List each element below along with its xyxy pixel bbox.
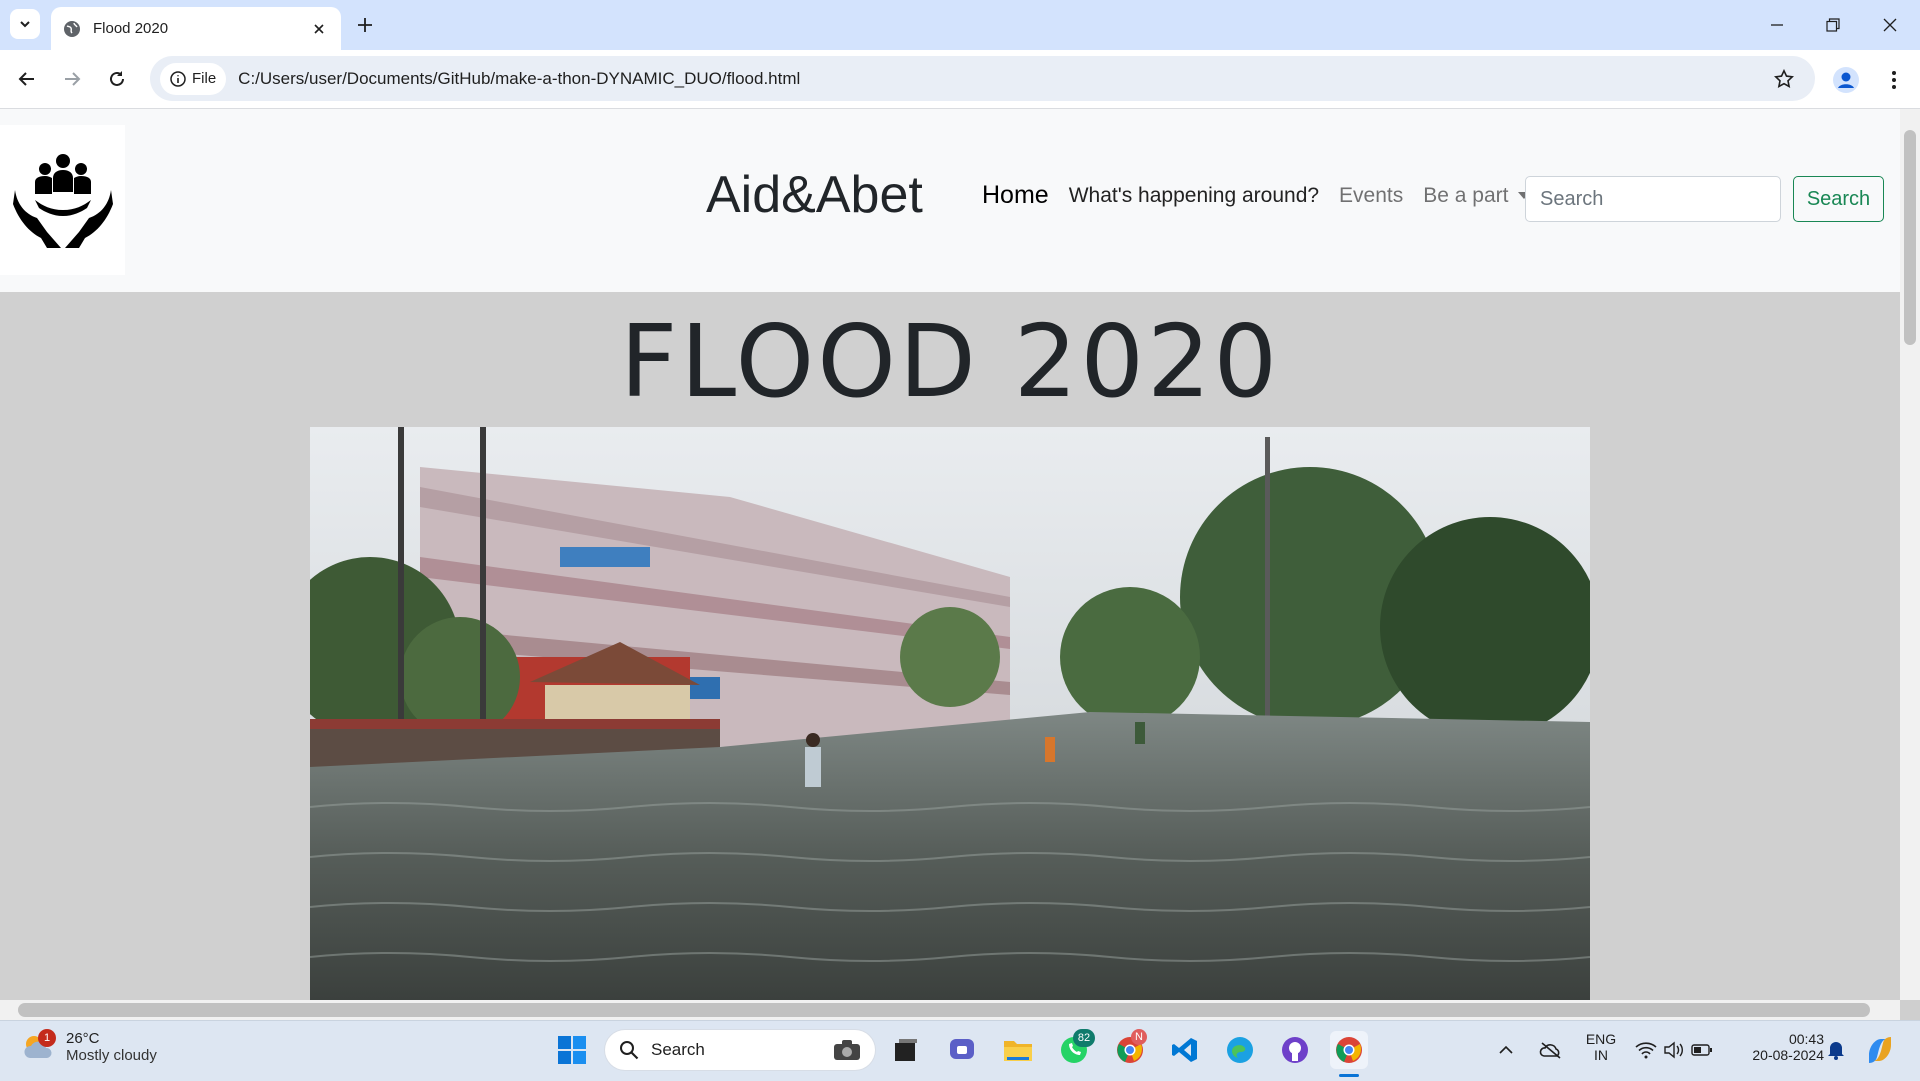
arrow-right-icon <box>65 72 81 86</box>
minimize-icon <box>1771 24 1783 26</box>
back-button[interactable] <box>14 66 40 92</box>
task-view-icon <box>895 1039 917 1061</box>
weather-notification-badge: 1 <box>38 1029 56 1047</box>
clock[interactable]: 00:43 20-08-2024 <box>1730 1031 1824 1063</box>
browser-tab-bar: Flood 2020 <box>0 0 1920 50</box>
browser-toolbar: File C:/Users/user/Documents/GitHub/make… <box>0 50 1920 109</box>
language-code: ENG <box>1585 1031 1617 1047</box>
profile-avatar-icon[interactable] <box>1832 66 1860 94</box>
plus-icon <box>358 18 372 32</box>
reload-icon <box>110 71 124 86</box>
whatsapp-unread-badge: 82 <box>1073 1029 1095 1047</box>
volume-icon <box>1664 1041 1683 1059</box>
vscode-icon <box>1172 1038 1197 1062</box>
onedrive-button[interactable] <box>1536 1031 1566 1069</box>
copilot-button[interactable] <box>1862 1031 1898 1069</box>
arrow-left-icon <box>18 72 34 86</box>
restore-button[interactable] <box>1820 12 1846 38</box>
page-viewport: Aid&Abet Home What's happening around? E… <box>0 109 1900 1000</box>
reload-button[interactable] <box>104 66 130 92</box>
taskbar-search-label: Search <box>651 1040 705 1059</box>
tab-title: Flood 2020 <box>93 20 169 37</box>
chrome-profile-badge: N <box>1131 1029 1147 1045</box>
close-window-button[interactable] <box>1877 12 1903 38</box>
horizontal-scrollbar-thumb[interactable] <box>18 1003 1870 1017</box>
nav-links: Home What's happening around? Events Be … <box>982 181 1531 210</box>
active-app-indicator <box>1339 1074 1359 1077</box>
browser-menu-button[interactable] <box>1882 66 1906 94</box>
nav-link-events[interactable]: Events <box>1339 184 1403 208</box>
battery-icon <box>1691 1044 1712 1056</box>
wifi-icon <box>1635 1042 1657 1059</box>
teams-chat-button[interactable] <box>943 1031 981 1069</box>
site-info-label: File <box>192 70 217 87</box>
helping-hands-people-icon <box>12 154 113 248</box>
nav-link-home[interactable]: Home <box>982 181 1049 210</box>
tab-close-icon[interactable] <box>309 19 329 39</box>
chat-icon <box>950 1039 974 1059</box>
site-info-chip[interactable]: File <box>160 62 227 95</box>
brand-name[interactable]: Aid&Abet <box>706 165 923 225</box>
hero-image <box>310 427 1590 1000</box>
chevron-down-icon <box>20 21 30 28</box>
notifications-button[interactable] <box>1822 1031 1850 1069</box>
language-indicator[interactable]: ENG IN <box>1580 1031 1622 1063</box>
folder-icon <box>1004 1041 1032 1061</box>
edge-icon <box>1227 1037 1253 1063</box>
start-button[interactable] <box>553 1031 591 1069</box>
site-search-input[interactable] <box>1525 176 1781 222</box>
new-tab-button[interactable] <box>352 12 378 38</box>
chrome-icon <box>1336 1037 1362 1063</box>
close-icon <box>1883 18 1897 32</box>
vertical-scrollbar-thumb[interactable] <box>1904 130 1916 345</box>
taskbar-search-box[interactable]: Search <box>605 1030 875 1070</box>
bell-icon <box>1828 1042 1844 1060</box>
nav-dropdown-be-a-part[interactable]: Be a part <box>1423 183 1531 208</box>
task-view-button[interactable] <box>887 1031 925 1069</box>
site-navbar: Aid&Abet Home What's happening around? E… <box>0 109 1900 292</box>
file-explorer-button[interactable] <box>999 1031 1037 1069</box>
chrome-active-button[interactable] <box>1330 1031 1368 1069</box>
tab-search-button[interactable] <box>10 9 40 39</box>
vscode-button[interactable] <box>1166 1031 1204 1069</box>
weather-condition: Mostly cloudy <box>66 1047 157 1064</box>
url-text[interactable]: C:/Users/user/Documents/GitHub/make-a-th… <box>238 69 1771 89</box>
page-title: FLOOD 2020 <box>619 303 1281 420</box>
minimize-button[interactable] <box>1764 12 1790 38</box>
forward-button[interactable] <box>59 66 85 92</box>
cloud-offline-icon <box>1539 1042 1561 1059</box>
search-icon <box>620 1041 639 1060</box>
camera-icon <box>834 1040 860 1060</box>
github-desktop-button[interactable] <box>1276 1031 1314 1069</box>
copilot-icon <box>1869 1037 1891 1063</box>
nav-dropdown-label: Be a part <box>1423 183 1509 207</box>
bookmark-star-icon[interactable] <box>1771 66 1797 92</box>
clock-date: 20-08-2024 <box>1752 1047 1824 1063</box>
info-icon <box>170 70 186 87</box>
windows-taskbar: 26°C Mostly cloudy 1 Search 82 N ENG IN … <box>0 1020 1920 1081</box>
weather-temperature: 26°C <box>66 1030 100 1047</box>
edge-button[interactable] <box>1221 1031 1259 1069</box>
region-code: IN <box>1594 1047 1608 1063</box>
globe-icon <box>64 20 80 37</box>
restore-icon <box>1826 18 1840 32</box>
browser-tab-active[interactable]: Flood 2020 <box>51 7 341 50</box>
flooded-street-photo <box>310 427 1590 1000</box>
windows-logo-icon <box>558 1036 586 1064</box>
github-icon <box>1282 1037 1308 1063</box>
chevron-up-icon <box>1499 1045 1513 1054</box>
site-logo[interactable] <box>0 125 125 275</box>
quick-settings-button[interactable] <box>1634 1031 1714 1069</box>
site-search-button[interactable]: Search <box>1793 176 1884 222</box>
more-vertical-icon <box>1892 71 1896 89</box>
show-hidden-icons-button[interactable] <box>1493 1031 1519 1069</box>
clock-time: 00:43 <box>1788 1031 1824 1047</box>
address-bar[interactable]: File C:/Users/user/Documents/GitHub/make… <box>150 56 1815 101</box>
nav-link-whats-happening[interactable]: What's happening around? <box>1069 184 1319 208</box>
